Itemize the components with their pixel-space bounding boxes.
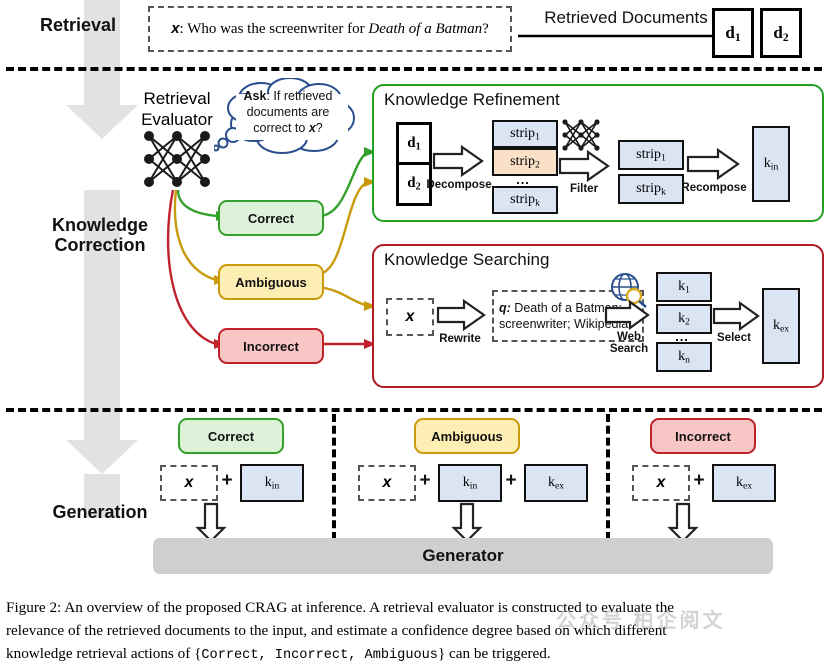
rewrite-label: Rewrite [439, 333, 481, 345]
strip-2-base: strip [510, 153, 536, 169]
search-result-kn: kn [656, 342, 712, 372]
web-search-label-line2: Search [609, 343, 649, 355]
generation-pill-correct[interactable]: Correct [178, 418, 284, 454]
rewritten-query-q: q: [499, 301, 511, 315]
kept-strip-k-box: stripk [618, 174, 684, 204]
generation-incorrect-down-arrow [667, 502, 699, 543]
generation-column-divider-1 [332, 414, 336, 540]
generation-ambiguous-kin-base: k [462, 474, 470, 490]
strip-1-box: strip1 [492, 120, 558, 148]
generator-bar[interactable]: Generator [153, 538, 773, 574]
generation-incorrect-kex: kex [712, 464, 776, 502]
knowledge-refinement-title: Knowledge Refinement [384, 90, 560, 109]
web-search-arrow-icon [604, 299, 650, 331]
generation-ambiguous-plus-1: + [419, 470, 431, 491]
generation-incorrect-plus-1: + [693, 470, 705, 491]
caption-line3-pre: knowledge retrieval actions of { [6, 645, 202, 661]
figure-caption: Figure 2: An overview of the proposed CR… [6, 596, 824, 661]
decision-pill-incorrect[interactable]: Incorrect [218, 328, 324, 364]
generation-pill-incorrect[interactable]: Incorrect [650, 418, 756, 454]
generation-correct-down-arrow [195, 502, 227, 543]
generation-correct-query-label: x [184, 474, 194, 491]
searching-input-x: x [386, 298, 434, 336]
generation-ambiguous-plus-2: + [505, 470, 517, 491]
generation-incorrect-kex-base: k [736, 474, 743, 490]
recompose-arrow-icon [686, 147, 740, 181]
search-result-k2-sub: 2 [685, 317, 690, 328]
select-label: Select [717, 332, 751, 344]
rewrite-arrow-icon [436, 298, 486, 332]
refinement-d2-base: d [407, 175, 416, 192]
generation-ambiguous-kin: kin [438, 464, 502, 502]
refinement-output-base: k [763, 155, 771, 171]
refinement-d1-sub: 1 [415, 141, 421, 153]
generation-incorrect-kex-sub: ex [743, 481, 752, 492]
searching-output-sub: ex [780, 324, 789, 335]
generation-pill-ambiguous[interactable]: Ambiguous [414, 418, 520, 454]
generation-incorrect-query: x [632, 465, 690, 501]
strip-k-base: strip [510, 191, 536, 207]
figure-caption-line2: relevance of the retrieved documents to … [6, 622, 667, 639]
kept-strip-k-base: strip [636, 180, 662, 196]
strip-1-sub: 1 [535, 132, 540, 143]
searching-output-base: k [773, 317, 780, 333]
searching-output-kex: kex [762, 288, 800, 364]
generation-incorrect-query-label: x [656, 474, 666, 491]
generation-correct-kin-sub: in [271, 481, 280, 492]
generation-ambiguous-kex-sub: ex [555, 481, 564, 492]
filter-arrow-icon [558, 149, 610, 183]
generation-correct-query: x [160, 465, 218, 501]
figure-caption-line1: Figure 2: An overview of the proposed CR… [6, 599, 675, 616]
figure-canvas: Retrieval Knowledge Correction Generatio… [0, 0, 828, 661]
generation-ambiguous-query-label: x [382, 474, 392, 491]
strips-ellipsis: ... [516, 172, 530, 187]
web-search-label-line1: Web [616, 331, 642, 343]
knowledge-searching-title: Knowledge Searching [384, 250, 550, 269]
select-arrow-icon [712, 300, 760, 332]
kept-strip-1-sub: 1 [661, 153, 666, 164]
refinement-output-kin: kin [752, 126, 790, 202]
search-result-kn-sub: n [685, 355, 690, 366]
refinement-output-sub: in [770, 162, 779, 173]
decision-pill-ambiguous[interactable]: Ambiguous [218, 264, 324, 300]
strip-2-sub: 2 [535, 160, 540, 171]
kept-strip-1-base: strip [636, 146, 662, 162]
generation-ambiguous-query: x [358, 465, 416, 501]
search-result-k1: k1 [656, 272, 712, 302]
refinement-input-d1: d1 [396, 122, 432, 166]
generation-column-divider-2 [606, 414, 610, 540]
caption-line3-post: } can be triggered. [437, 645, 551, 661]
kept-strip-k-sub: k [661, 187, 666, 198]
web-search-label: Web Search [598, 331, 660, 355]
refinement-d1-base: d [407, 135, 416, 152]
generation-ambiguous-kex: kex [524, 464, 588, 502]
generation-ambiguous-down-arrow [451, 502, 483, 543]
refinement-d2-sub: 2 [415, 181, 421, 193]
kept-strip-1-box: strip1 [618, 140, 684, 170]
strip-k-box: stripk [492, 186, 558, 214]
filter-label: Filter [569, 183, 599, 195]
figure-caption-line3: knowledge retrieval actions of {Correct,… [6, 642, 824, 661]
filter-network-icon [562, 119, 600, 151]
generation-ambiguous-kex-base: k [548, 474, 555, 490]
recompose-label: Recompose [681, 182, 747, 194]
strip-k-sub: k [535, 198, 540, 209]
generation-ambiguous-kin-sub: in [469, 481, 478, 492]
generation-correct-plus-1: + [221, 470, 233, 491]
decompose-label: Decompose [426, 179, 492, 191]
strip-1-base: strip [510, 125, 536, 141]
decompose-arrow-icon [432, 144, 484, 178]
generation-correct-kin: kin [240, 464, 304, 502]
searching-input-x-label: x [405, 308, 415, 325]
search-result-k1-sub: 1 [685, 285, 690, 296]
decision-pill-correct[interactable]: Correct [218, 200, 324, 236]
generation-correct-kin-base: k [264, 474, 272, 490]
caption-line3-actions: Correct, Incorrect, Ambiguous [201, 648, 438, 661]
